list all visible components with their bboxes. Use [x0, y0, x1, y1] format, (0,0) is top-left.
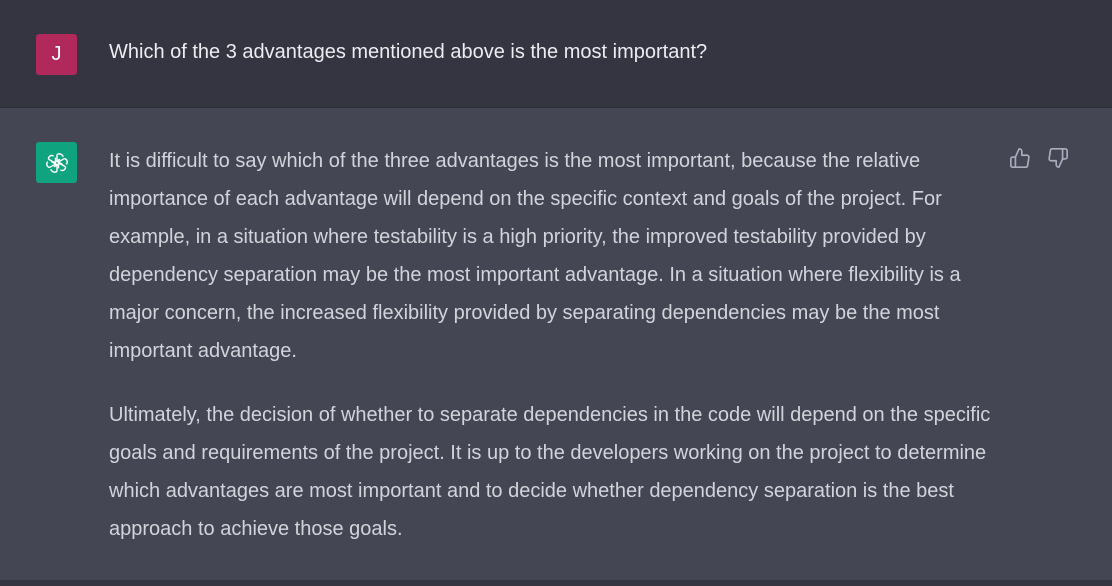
thumbs-up-icon — [1010, 148, 1030, 168]
user-avatar: J — [36, 34, 77, 75]
user-message-text: Which of the 3 advantages mentioned abov… — [109, 41, 708, 63]
assistant-paragraph-2: Ultimately, the decision of whether to s… — [109, 404, 991, 540]
assistant-avatar — [36, 142, 77, 183]
user-message-row: J Which of the 3 advantages mentioned ab… — [0, 0, 1112, 108]
feedback-buttons — [1008, 146, 1070, 170]
thumbs-up-button[interactable] — [1008, 146, 1032, 170]
assistant-paragraph-1: It is difficult to say which of the thre… — [109, 150, 961, 362]
assistant-message-row: It is difficult to say which of the thre… — [0, 108, 1112, 580]
thumbs-down-button[interactable] — [1046, 146, 1070, 170]
assistant-message-text: It is difficult to say which of the thre… — [109, 142, 999, 574]
openai-logo-icon — [45, 152, 68, 173]
bottom-divider — [0, 580, 1112, 586]
thumbs-down-icon — [1048, 148, 1068, 168]
